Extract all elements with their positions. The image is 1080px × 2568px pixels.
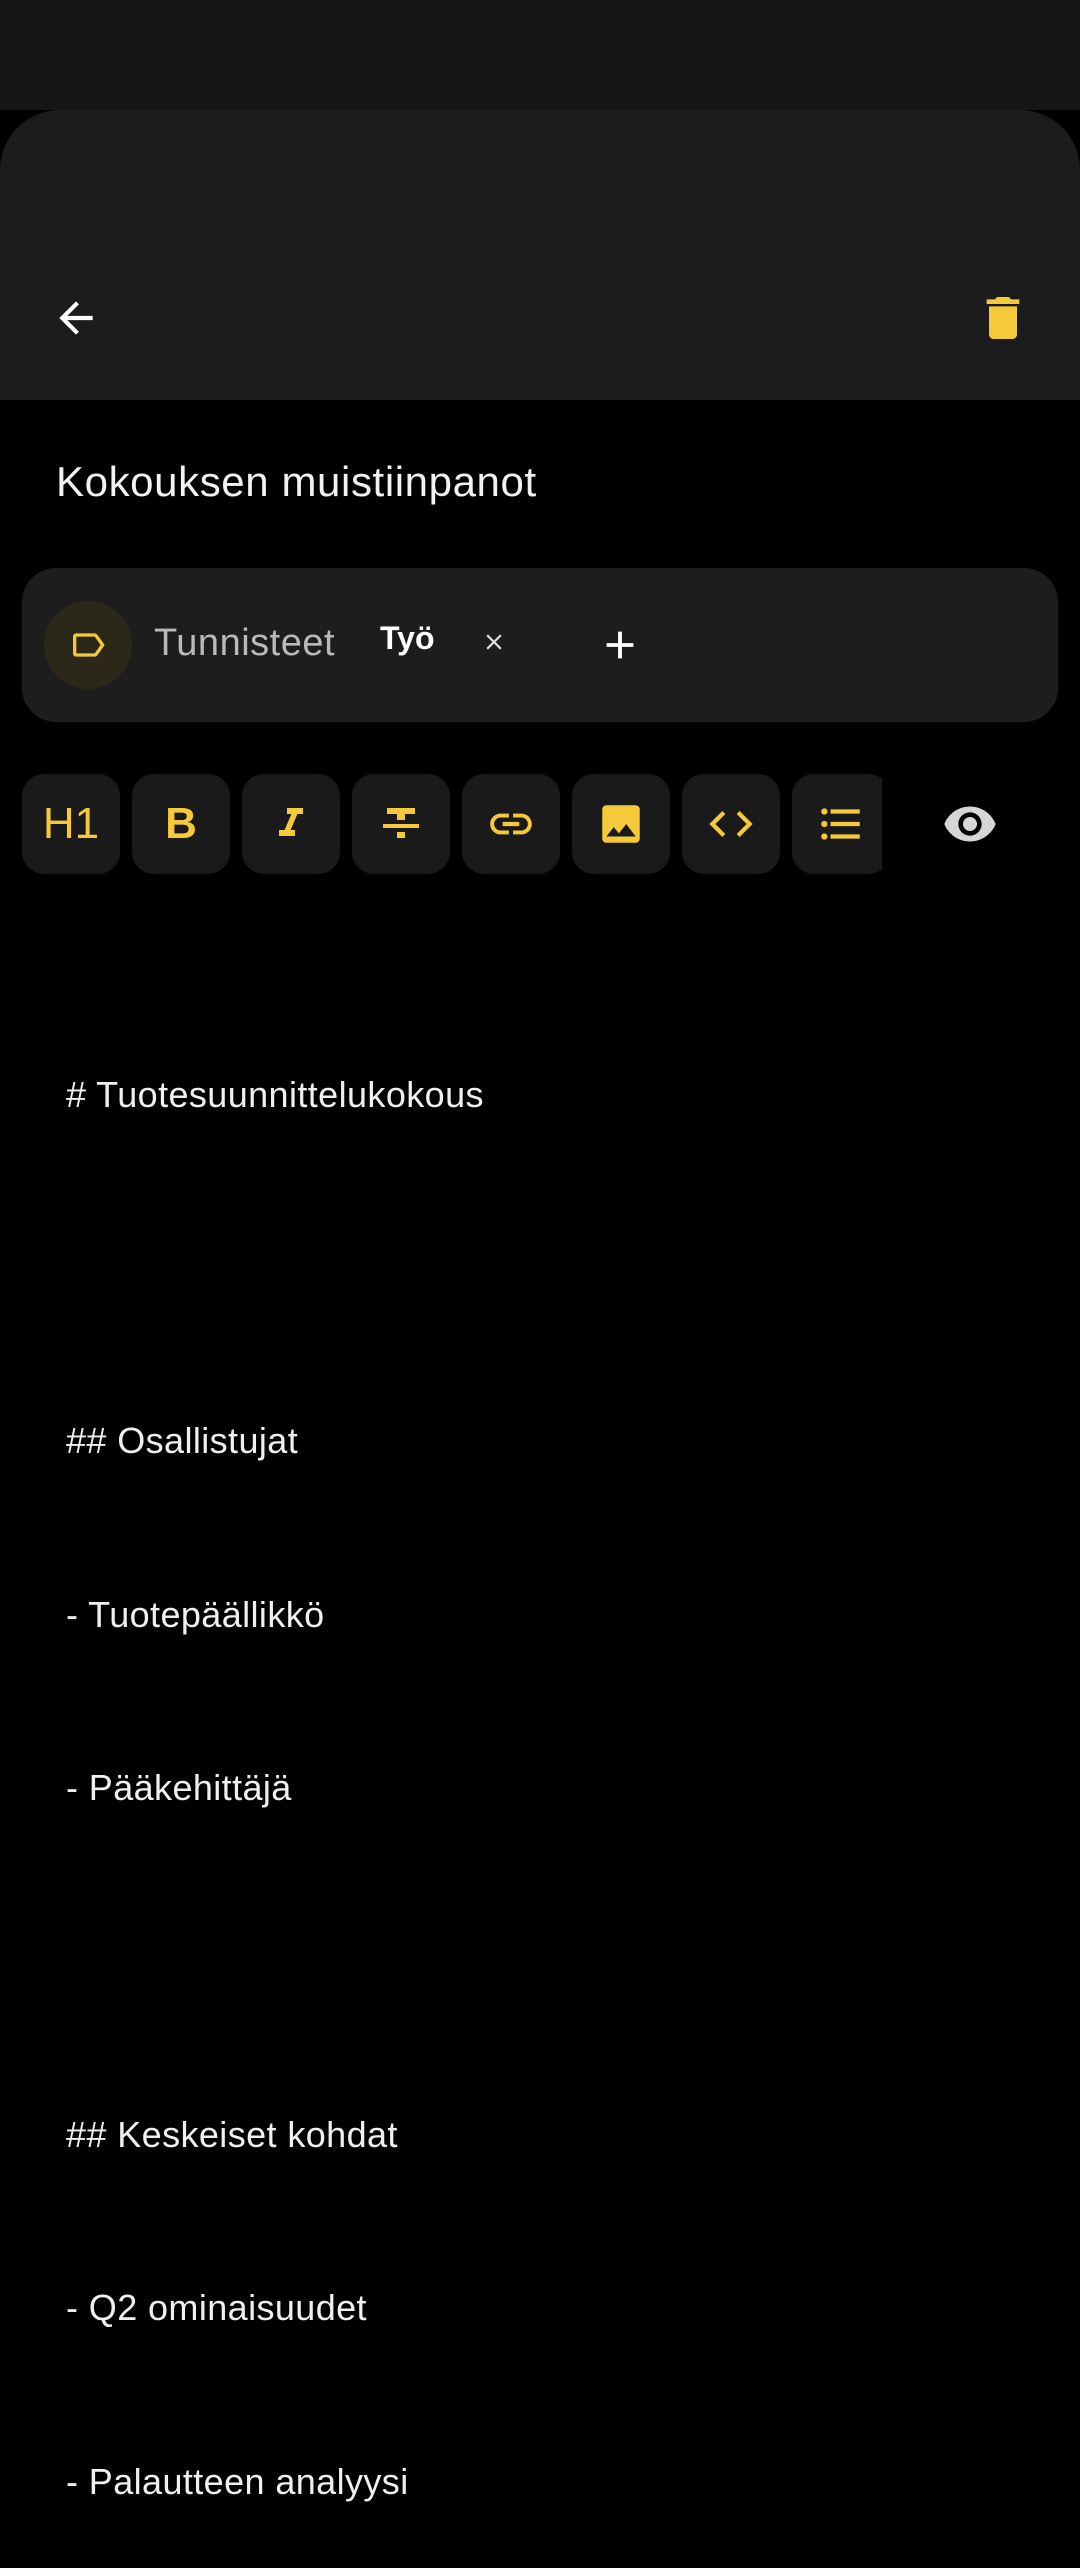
formatting-toolbar: H1 B: [22, 774, 882, 874]
bold-label: B: [165, 799, 197, 848]
tag-bar: Tunnisteet Työ: [22, 568, 1058, 722]
bulleted-list-icon: [821, 808, 860, 840]
editor-line: ## Osallistujat: [66, 1420, 299, 1462]
editor-line: ## Keskeiset kohdat: [66, 2113, 398, 2155]
bulleted-list-button[interactable]: [792, 774, 882, 874]
editor-line: - Q2 ominaisuudet: [66, 2287, 367, 2329]
link-button[interactable]: [462, 774, 560, 874]
code-button[interactable]: [682, 774, 780, 874]
italic-icon: [279, 808, 303, 836]
note-editor[interactable]: # Tuotesuunnittelukokous ## Osallistujat…: [66, 950, 1026, 2568]
link-icon: [490, 813, 532, 835]
heading-label: H1: [42, 799, 100, 848]
italic-button[interactable]: [242, 774, 340, 874]
note-title[interactable]: Kokouksen muistiinpanot: [56, 458, 537, 506]
tag-chip-tyo[interactable]: Työ: [380, 620, 435, 657]
arrow-left-icon: [59, 301, 93, 335]
editor-line: - Tuotepäällikkö: [66, 1593, 325, 1635]
editor-line: - Pääkehittäjä: [66, 1767, 292, 1809]
status-bar-area: [0, 0, 1080, 110]
editor-line: - Palautteen analyysi: [66, 2460, 409, 2502]
image-icon: [602, 805, 640, 843]
eye-icon: [944, 806, 996, 842]
trash-icon: [986, 297, 1020, 339]
tags-label: Tunnisteet: [154, 622, 336, 664]
strikethrough-button[interactable]: [352, 774, 450, 874]
add-tag-button[interactable]: [590, 615, 650, 675]
code-icon: [709, 811, 753, 837]
remove-tag-button[interactable]: [474, 620, 514, 664]
image-button[interactable]: [572, 774, 670, 874]
app-bar: [0, 110, 1080, 400]
close-icon: [486, 634, 502, 650]
tag-icon-badge: [44, 601, 132, 689]
label-icon: [73, 633, 105, 657]
bold-button[interactable]: B: [132, 774, 230, 874]
strikethrough-icon: [383, 808, 419, 838]
preview-button[interactable]: [930, 774, 1010, 874]
heading-button[interactable]: H1: [22, 774, 120, 874]
delete-button[interactable]: [963, 278, 1043, 358]
back-button[interactable]: [36, 278, 116, 358]
plus-icon: [606, 631, 634, 659]
editor-line: # Tuotesuunnittelukokous: [66, 1073, 484, 1115]
